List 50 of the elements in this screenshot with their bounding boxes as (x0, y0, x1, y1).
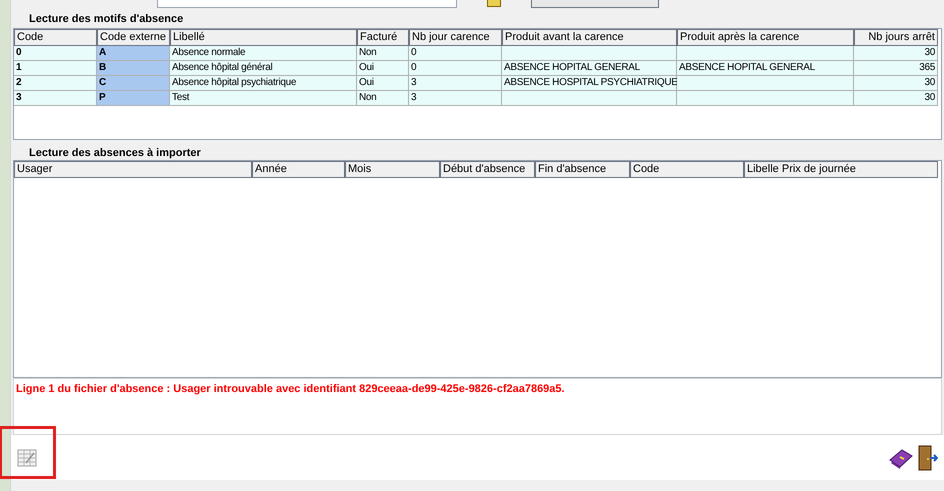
column-header: Fin d'absence (535, 161, 630, 178)
table-cell: Absence normale (170, 46, 357, 61)
table-cell: 30 (854, 76, 938, 91)
table-cell: A (97, 46, 170, 61)
table-cell: Oui (357, 76, 409, 91)
column-header: Code externe (97, 29, 170, 46)
column-header: Année (252, 161, 345, 178)
table-cell: Non (357, 91, 409, 106)
table-edit-icon[interactable] (17, 448, 37, 466)
table-cell: 1 (14, 61, 97, 76)
table-cell: 365 (854, 61, 938, 76)
column-header: Code (630, 161, 744, 178)
table-cell: 30 (854, 46, 938, 61)
column-header: Libelle Prix de journée (744, 161, 938, 178)
column-header: Libellé (170, 29, 357, 46)
column-header: Nb jours arrêt (854, 29, 938, 46)
table-cell: 3 (409, 91, 502, 106)
column-header: Début d'absence (440, 161, 535, 178)
table-cell: Test (170, 91, 357, 106)
table-cell: 0 (409, 61, 502, 76)
column-header: Produit après la carence (677, 29, 854, 46)
table-cell: 3 (14, 91, 97, 106)
section-title: Lecture des absences à importer (28, 146, 202, 160)
table-cell: B (97, 61, 170, 76)
table-cell: ABSENCE HOPITAL GENERAL (677, 61, 854, 76)
table-cell: ABSENCE HOSPITAL PSYCHIATRIQUE (502, 76, 677, 91)
table-cell: 3 (409, 76, 502, 91)
table-cell: ABSENCE HOPITAL GENERAL (502, 61, 677, 76)
table-cell: 2 (14, 76, 97, 91)
section-title: Lecture des motifs d'absence (28, 12, 184, 27)
table-cell: Absence hôpital psychiatrique (170, 76, 357, 91)
exit-door-icon[interactable] (918, 444, 938, 470)
error-message: Ligne 1 du fichier d'absence : Usager introuvable avec identifiant 829ceeaa-de99-425e-9826-cf2aa7869a5. (16, 382, 566, 397)
table-cell: Non (357, 46, 409, 61)
table-cell: P (97, 91, 170, 106)
table-cell: Oui (357, 61, 409, 76)
table-cell: 0 (14, 46, 97, 61)
table-cell: C (97, 76, 170, 91)
table-cell: 0 (409, 46, 502, 61)
table-cell: 30 (854, 91, 938, 106)
folder-icon[interactable] (487, 0, 501, 7)
column-header: Code (14, 29, 97, 46)
import-button[interactable] (531, 0, 659, 8)
column-header: Nb jour carence (409, 29, 502, 46)
column-header: Facturé (357, 29, 409, 46)
column-header: Produit avant la carence (502, 29, 677, 46)
table-cell: Absence hôpital général (170, 61, 357, 76)
column-header: Usager (14, 161, 252, 178)
column-header: Mois (345, 161, 440, 178)
path-field[interactable] (157, 0, 457, 8)
